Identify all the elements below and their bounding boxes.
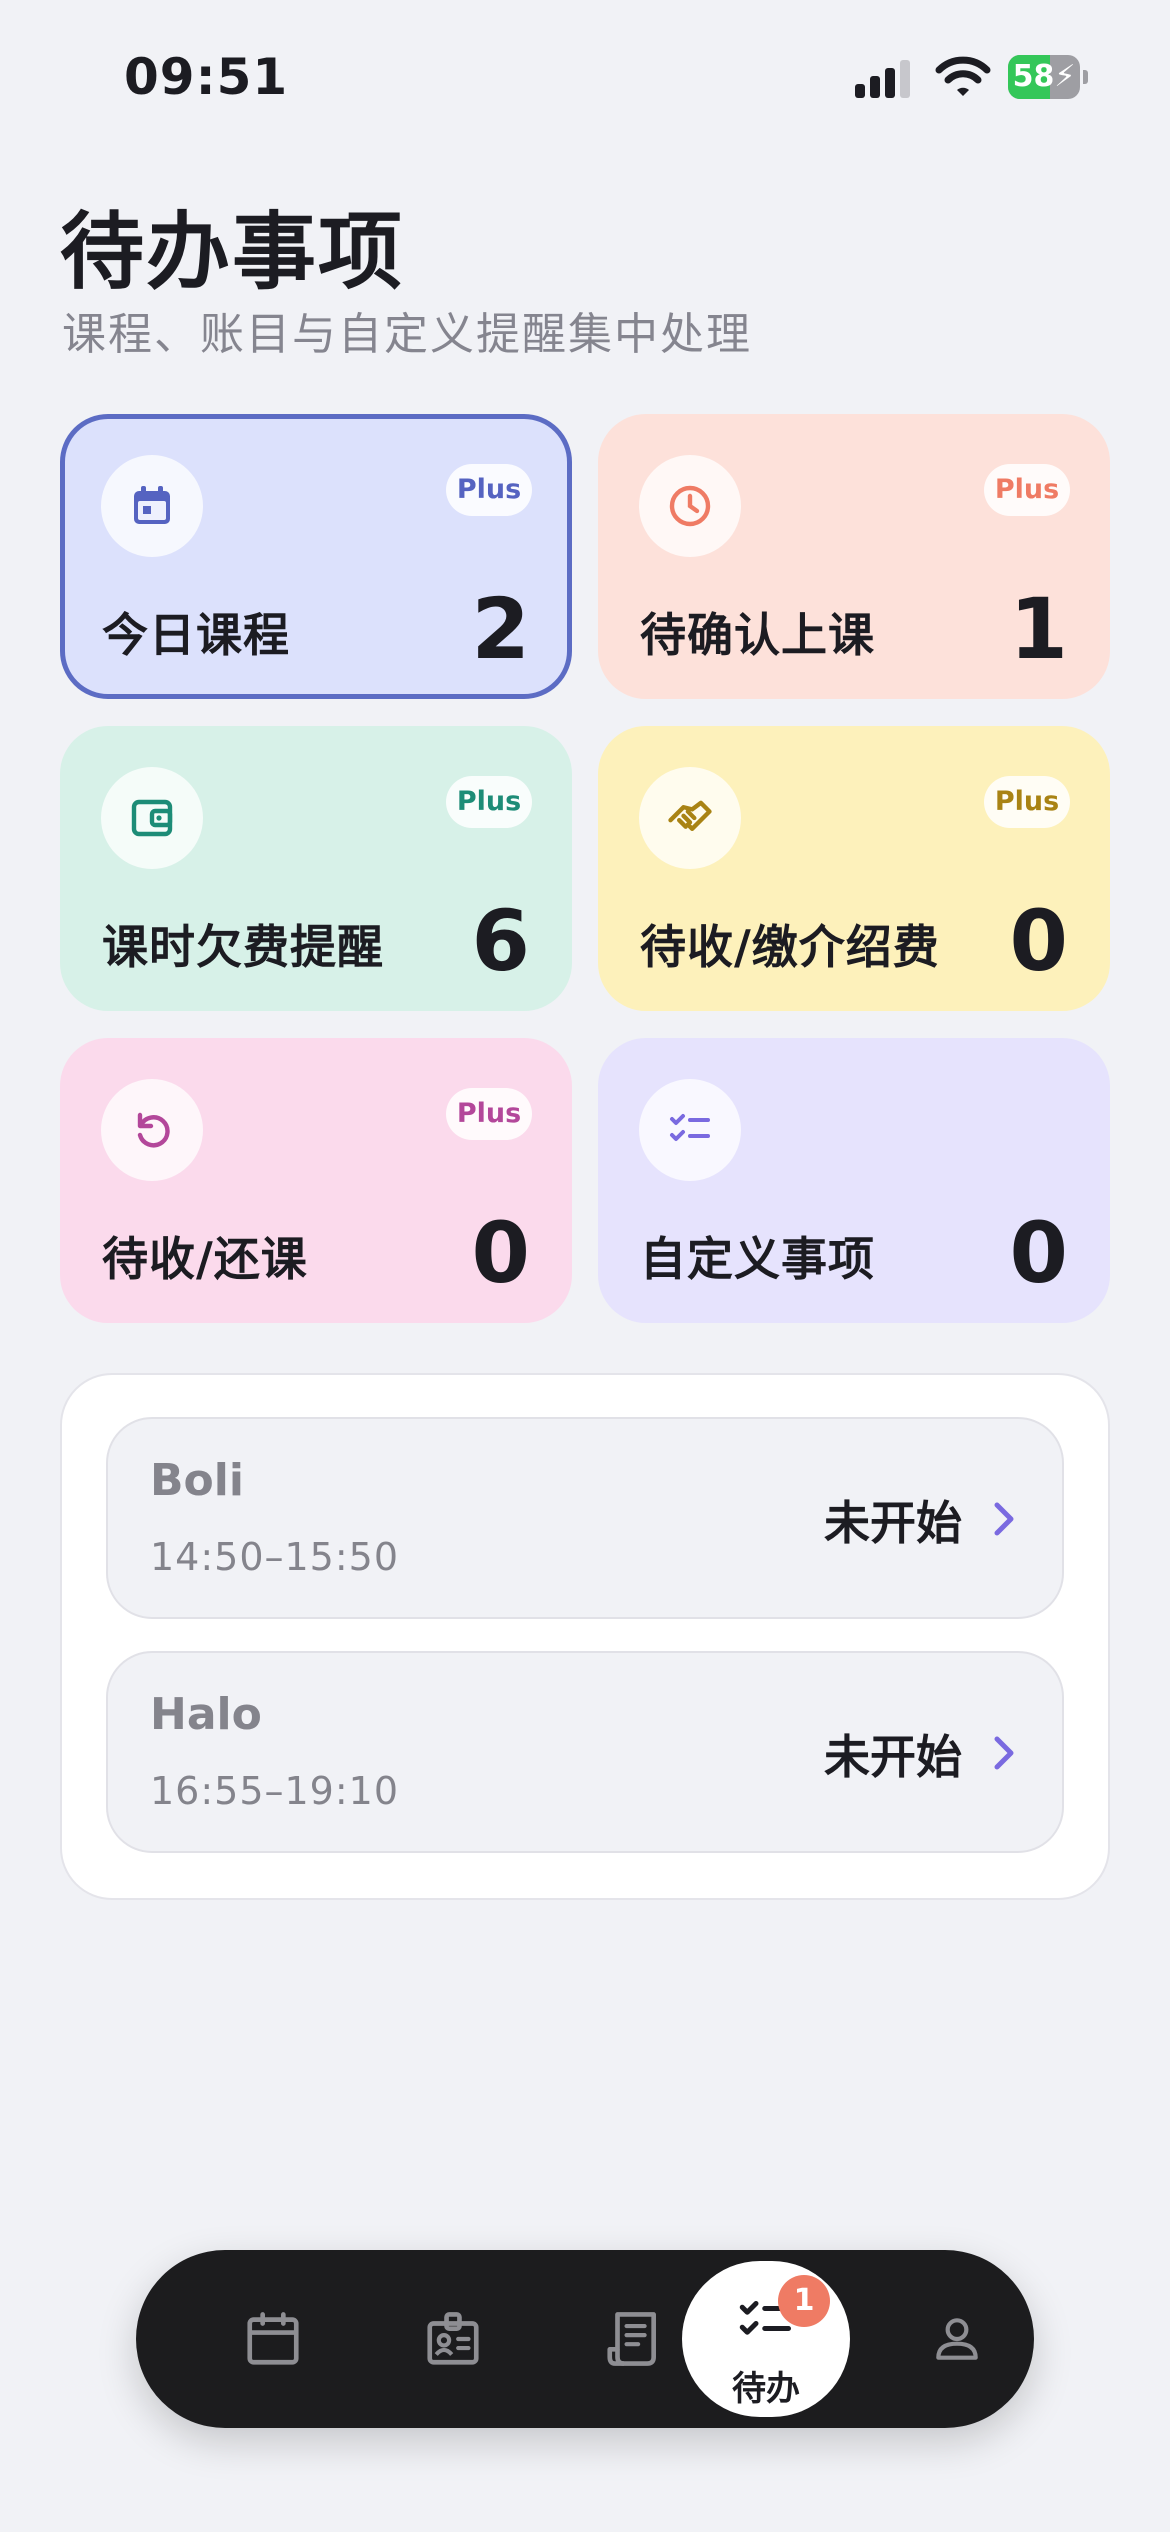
- class-time: 16:55–19:10: [150, 1769, 400, 1813]
- card-arrears-reminder[interactable]: Plus 课时欠费提醒 6: [60, 726, 572, 1011]
- card-label: 今日课程: [102, 608, 290, 662]
- class-status: 未开始: [824, 1730, 962, 1784]
- card-count: 0: [1009, 892, 1068, 990]
- receipt-icon: [607, 2312, 656, 2366]
- wallet-icon: [101, 767, 203, 869]
- plus-badge: Plus: [984, 776, 1070, 828]
- page-title: 待办事项: [60, 203, 405, 301]
- class-item-halo[interactable]: Halo 16:55–19:10 未开始: [106, 1651, 1064, 1853]
- class-time: 14:50–15:50: [150, 1535, 400, 1579]
- bottom-tab-bar: 待办 1: [136, 2250, 1034, 2428]
- status-bar: 09:51 58⚡: [0, 0, 1170, 150]
- card-label: 待确认上课: [640, 608, 875, 662]
- chevron-right-icon: [994, 1502, 1014, 1536]
- card-referral-fee[interactable]: Plus 待收/缴介绍费 0: [598, 726, 1110, 1011]
- card-label: 课时欠费提醒: [102, 920, 384, 974]
- plus-badge: Plus: [984, 464, 1070, 516]
- class-list: Boli 14:50–15:50 未开始 Halo 16:55–19:10 未开…: [60, 1373, 1110, 1900]
- card-pending-confirm[interactable]: Plus 待确认上课 1: [598, 414, 1110, 699]
- checklist-icon: [639, 1079, 741, 1181]
- plus-badge: Plus: [446, 464, 532, 516]
- tab-calendar[interactable]: [188, 2250, 358, 2428]
- tab-profile[interactable]: [912, 2250, 1002, 2428]
- card-count: 6: [471, 892, 530, 990]
- signal-icon: [855, 58, 915, 98]
- student-name: Halo: [150, 1689, 262, 1740]
- card-return-lessons[interactable]: Plus 待收/还课 0: [60, 1038, 572, 1323]
- card-today-classes[interactable]: Plus 今日课程 2: [60, 414, 572, 699]
- tab-students[interactable]: [368, 2250, 538, 2428]
- card-label: 待收/缴介绍费: [640, 920, 940, 974]
- undo-icon: [101, 1079, 203, 1181]
- handshake-icon: [639, 767, 741, 869]
- page-subtitle: 课程、账目与自定义提醒集中处理: [62, 309, 752, 360]
- card-count: 2: [471, 580, 530, 678]
- clock-icon: [639, 455, 741, 557]
- card-label: 待收/还课: [102, 1232, 308, 1286]
- chevron-right-icon: [994, 1736, 1014, 1770]
- class-item-boli[interactable]: Boli 14:50–15:50 未开始: [106, 1417, 1064, 1619]
- battery-charging-icon: 58⚡: [1008, 55, 1088, 99]
- card-count: 1: [1009, 580, 1068, 678]
- card-custom-items[interactable]: 自定义事项 0: [598, 1038, 1110, 1323]
- id-card-icon: [427, 2312, 479, 2365]
- card-count: 0: [1009, 1204, 1068, 1302]
- plus-badge: Plus: [446, 776, 532, 828]
- card-label: 自定义事项: [640, 1232, 875, 1286]
- calendar-icon: [101, 455, 203, 557]
- calendar-icon: [247, 2312, 299, 2365]
- status-time: 09:51: [124, 48, 289, 106]
- tab-label: 待办: [732, 2369, 800, 2409]
- notification-badge: 1: [778, 2275, 830, 2327]
- student-name: Boli: [150, 1455, 244, 1506]
- person-icon: [936, 2318, 978, 2360]
- wifi-icon: [935, 55, 991, 99]
- plus-badge: Plus: [446, 1088, 532, 1140]
- card-count: 0: [471, 1204, 530, 1302]
- tab-todo[interactable]: 待办 1: [682, 2261, 850, 2417]
- battery-percent: 58: [1012, 59, 1055, 94]
- class-status: 未开始: [824, 1496, 962, 1550]
